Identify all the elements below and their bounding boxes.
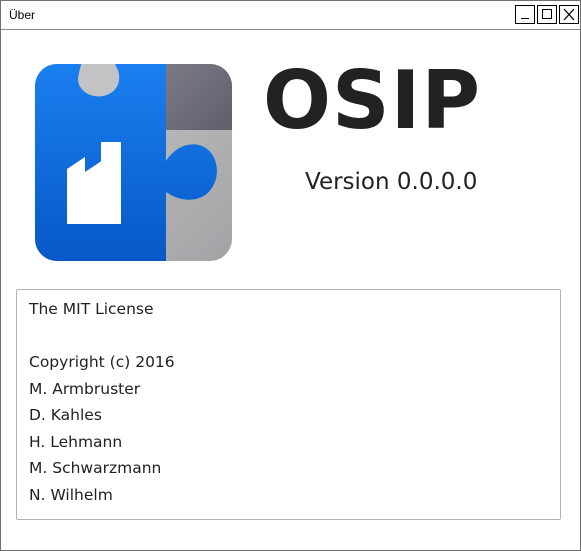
- title-bar[interactable]: Über: [1, 1, 580, 30]
- license-textbox[interactable]: The MIT License Copyright (c) 2016 M. Ar…: [16, 289, 561, 520]
- close-icon: [563, 8, 575, 21]
- window-controls: [515, 5, 579, 24]
- license-line: D. Kahles: [29, 406, 102, 424]
- maximize-button[interactable]: [537, 5, 557, 24]
- version-label: Version 0.0.0.0: [305, 169, 478, 195]
- license-line: M. Schwarzmann: [29, 459, 162, 477]
- license-text: The MIT License Copyright (c) 2016 M. Ar…: [29, 296, 175, 508]
- maximize-icon: [542, 9, 552, 19]
- license-line: M. Armbruster: [29, 379, 141, 398]
- app-title: OSIP: [263, 54, 482, 147]
- about-window: Über OSIP Version 0.0.0.0 The MIT Licens…: [0, 0, 581, 551]
- license-line: H. Lehmann: [29, 432, 123, 451]
- minimize-button[interactable]: [515, 5, 535, 24]
- window-title: Über: [9, 8, 36, 22]
- license-line: [29, 323, 175, 350]
- close-button[interactable]: [559, 5, 579, 24]
- license-line: N. Wilhelm: [29, 485, 113, 504]
- license-line: Copyright (c) 2016: [29, 353, 175, 371]
- puzzle-factory-icon: [35, 64, 232, 261]
- minimize-icon: [521, 18, 529, 19]
- license-line: The MIT License: [29, 300, 154, 318]
